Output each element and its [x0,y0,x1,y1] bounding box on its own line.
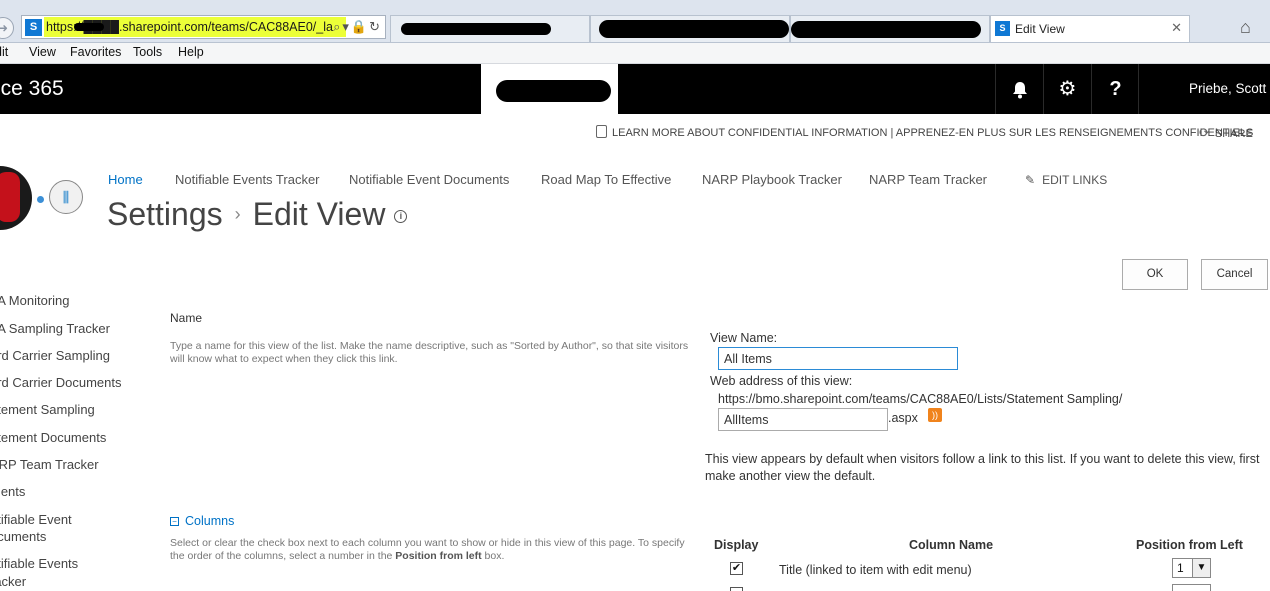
suite-bar: ice 365 ⚙ ? Priebe, Scott [0,64,1270,114]
position-select[interactable]: 1 ▼ [1172,558,1211,578]
tab-redaction [599,20,789,38]
nav-notifiable-event-documents[interactable]: Notifiable Event Documents [349,172,509,187]
menu-edit[interactable]: dit [0,45,8,59]
web-address-label: Web address of this view: [710,374,853,388]
info-icon[interactable]: i [394,210,408,223]
columns-section-toggle[interactable]: − Columns [170,514,234,528]
site-icon[interactable]: ⫼ [49,180,83,214]
tab-redaction [791,21,981,38]
share-icon: ⟳ [1199,125,1210,140]
browser-tab-3[interactable] [790,15,990,42]
title-text: Edit View [252,196,386,232]
nav-notifiable-events-tracker[interactable]: Notifiable Events Tracker [175,172,320,187]
sharepoint-icon: S [25,19,42,36]
user-name[interactable]: Priebe, Scott [1138,64,1270,114]
display-checkbox[interactable] [730,587,743,591]
edit-links-button[interactable]: ✎ EDIT LINKS [1025,173,1107,187]
tab-redaction [401,23,551,35]
sharepoint-icon: S [995,21,1010,36]
display-column-header: Display [714,538,759,552]
menu-help[interactable]: Help [178,45,204,59]
position-header: Position from Left [1136,538,1243,552]
rss-icon[interactable]: )) [928,408,942,422]
logo-redaction [496,80,611,102]
nav-narp-team-tracker[interactable]: NARP Team Tracker [869,172,987,187]
breadcrumb-settings[interactable]: Settings [107,196,223,232]
quick-launch-item[interactable]: LA Monitoring [0,293,70,308]
browser-toolbar: ➜ S https://████.sharepoint.com/teams/CA… [0,0,1270,43]
menu-bar: dit View Favorites Tools Help [0,43,1270,64]
status-dot [37,196,44,203]
gear-icon[interactable]: ⚙ [1043,64,1091,114]
quick-launch-item[interactable]: ocuments [0,529,46,544]
pencil-icon: ✎ [1025,173,1036,187]
ok-button[interactable]: OK [1122,259,1188,290]
browser-tab-2[interactable] [590,15,790,42]
bell-icon[interactable] [995,64,1043,114]
menu-view[interactable]: View [29,45,56,59]
web-address-page-input[interactable] [718,408,888,431]
quick-launch-item[interactable]: ARP Team Tracker [0,457,99,472]
quick-launch-item[interactable]: ard Carrier Documents [0,375,122,390]
quick-launch-item[interactable]: atement Documents [0,430,106,445]
menu-favorites[interactable]: Favorites [70,45,121,59]
column-name: Title (linked to item with edit menu) [779,563,972,577]
nav-narp-playbook-tracker[interactable]: NARP Playbook Tracker [702,172,842,187]
close-icon[interactable]: ✕ [1171,20,1182,36]
back-arrow-icon[interactable]: ➜ [0,17,14,39]
quick-launch-item[interactable]: atement Sampling [0,402,95,417]
home-icon[interactable]: ⌂ [1240,17,1251,38]
chevron-down-icon: ▼ [1192,559,1210,577]
site-logo[interactable] [0,166,32,230]
quick-launch-item[interactable]: otifiable Events [0,556,78,571]
columns-section-description: Select or clear the check box next to ea… [170,537,685,562]
address-actions-icon[interactable]: ⌕▾🔒↻ [333,19,382,35]
browser-tab-edit-view[interactable]: S Edit View ✕ [990,15,1190,42]
collapse-icon: − [170,517,179,526]
address-bar[interactable]: S https://████.sharepoint.com/teams/CAC8… [21,15,386,39]
url-redaction [74,23,104,31]
nav-road-map[interactable]: Road Map To Effective [541,172,671,187]
view-name-label: View Name: [710,331,778,345]
quick-launch-item[interactable]: ments [0,484,25,499]
page-title: Settings › Edit View i [107,196,408,233]
company-logo [481,64,618,114]
display-checkbox[interactable]: ✔ [730,562,743,575]
confidential-link[interactable]: LEARN MORE ABOUT CONFIDENTIAL INFORMATIO… [596,125,1253,139]
nav-home[interactable]: Home [108,172,143,187]
document-lock-icon [596,125,607,138]
menu-tools[interactable]: Tools [133,45,162,59]
help-icon[interactable]: ? [1091,64,1139,114]
name-section-description: Type a name for this view of the list. M… [170,340,689,365]
default-view-note: This view appears by default when visito… [705,452,1260,483]
name-section-heading: Name [170,311,203,325]
quick-launch-item[interactable]: ard Carrier Sampling [0,348,110,363]
cancel-button[interactable]: Cancel [1201,259,1268,290]
view-name-input[interactable] [718,347,958,370]
quick-launch-item[interactable]: otifiable Event [0,512,72,527]
browser-tab-1[interactable] [390,15,590,42]
column-name-header: Column Name [909,538,994,552]
position-select[interactable] [1172,584,1211,591]
share-button[interactable]: ⟳ SHARE [1199,125,1253,141]
breadcrumb-separator-icon: › [234,204,241,224]
tab-title: Edit View [1015,22,1065,36]
quick-launch-item[interactable]: LA Sampling Tracker [0,321,110,336]
browser-window: ➜ S https://████.sharepoint.com/teams/CA… [0,0,1270,591]
aspx-extension: .aspx [888,411,918,425]
quick-launch-item[interactable]: racker [0,574,26,589]
app-title[interactable]: ice 365 [0,77,64,101]
web-address-base: https://bmo.sharepoint.com/teams/CAC88AE… [718,392,1123,406]
